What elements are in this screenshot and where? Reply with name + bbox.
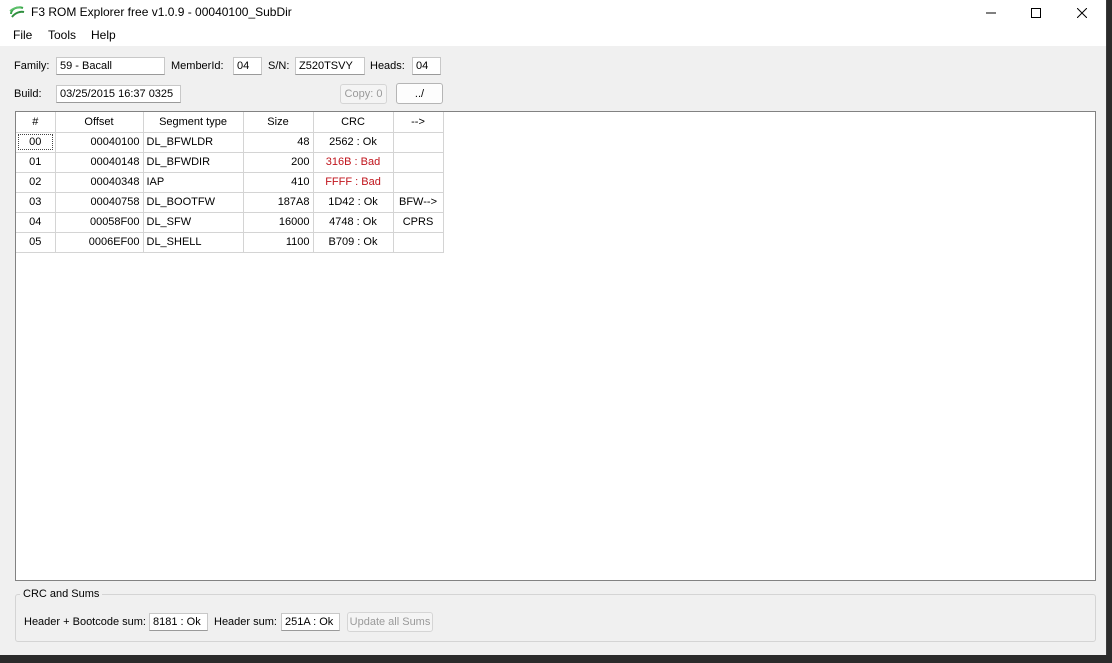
table-row[interactable]: 01 00040148 DL_BFWDIR 200 316B : Bad [16,151,444,173]
window-title: F3 ROM Explorer free v1.0.9 - 00040100_S… [31,5,292,19]
cell-link[interactable] [392,151,444,173]
cell-crc[interactable]: FFFF : Bad [312,171,394,193]
memberid-label: MemberId: [171,60,224,72]
cell-size[interactable]: 48 [242,131,314,153]
cell-size[interactable]: 200 [242,151,314,173]
close-icon [1077,7,1087,18]
table-row[interactable]: 02 00040348 IAP 410 FFFF : Bad [16,171,444,193]
cell-segment-type[interactable]: DL_SFW [142,211,244,233]
table-row[interactable]: 00 00040100 DL_BFWLDR 48 2562 : Ok [16,131,444,153]
cell-num[interactable]: 04 [16,211,56,233]
cell-offset[interactable]: 00058F00 [54,211,144,233]
cell-size[interactable]: 16000 [242,211,314,233]
cell-num[interactable]: 03 [16,191,56,213]
cell-crc[interactable]: 1D42 : Ok [312,191,394,213]
app-window: F3 ROM Explorer free v1.0.9 - 00040100_S… [0,0,1107,655]
cell-offset[interactable]: 0006EF00 [54,231,144,253]
copy-button[interactable]: Copy: 0 [340,84,387,104]
cell-offset[interactable]: 00040148 [54,151,144,173]
cell-offset[interactable]: 00040758 [54,191,144,213]
cell-size[interactable]: 187A8 [242,191,314,213]
cell-segment-type[interactable]: DL_BFWLDR [142,131,244,153]
crc-sums-group-title: CRC and Sums [20,588,103,600]
header-sum-label: Header sum: [214,616,277,628]
col-header-num[interactable]: # [16,112,56,133]
cell-crc[interactable]: 316B : Bad [312,151,394,173]
menu-help[interactable]: Help [91,28,116,42]
menu-tools[interactable]: Tools [48,28,76,42]
heads-label: Heads: [370,60,405,72]
cell-link[interactable] [392,171,444,193]
sn-label: S/N: [268,60,290,72]
cell-link[interactable] [392,131,444,153]
table-header-row: # Offset Segment type Size CRC --> [16,112,444,133]
seagate-logo-icon [9,6,25,18]
col-header-size[interactable]: Size [242,112,314,133]
cell-segment-type[interactable]: DL_BOOTFW [142,191,244,213]
col-header-segment-type[interactable]: Segment type [142,112,244,133]
cell-crc[interactable]: B709 : Ok [312,231,394,253]
segment-table: # Offset Segment type Size CRC --> 00 00… [16,112,444,253]
family-field[interactable]: 59 - Bacall [56,57,165,75]
cell-num[interactable]: 02 [16,171,56,193]
table-row[interactable]: 03 00040758 DL_BOOTFW 187A8 1D42 : Ok BF… [16,191,444,213]
header-bootcode-sum-field[interactable]: 8181 : Ok [149,613,208,631]
cell-offset[interactable]: 00040348 [54,171,144,193]
cell-segment-type[interactable]: IAP [142,171,244,193]
build-field[interactable]: 03/25/2015 16:37 0325 [56,85,181,103]
sn-field[interactable]: Z520TSVY [295,57,365,75]
table-row[interactable]: 04 00058F00 DL_SFW 16000 4748 : Ok CPRS [16,211,444,233]
cell-size[interactable]: 1100 [242,231,314,253]
minimize-icon [986,12,996,13]
maximize-button[interactable] [1013,0,1059,25]
cell-crc[interactable]: 4748 : Ok [312,211,394,233]
cell-link[interactable]: CPRS [392,211,444,233]
cell-segment-type[interactable]: DL_BFWDIR [142,151,244,173]
header-sum-field[interactable]: 251A : Ok [281,613,340,631]
heads-field[interactable]: 04 [412,57,441,75]
minimize-button[interactable] [968,0,1014,25]
cell-crc[interactable]: 2562 : Ok [312,131,394,153]
menu-file[interactable]: File [13,28,32,42]
header-bootcode-sum-label: Header + Bootcode sum: [24,616,146,628]
memberid-field[interactable]: 04 [233,57,262,75]
cell-link[interactable]: BFW--> [392,191,444,213]
cell-segment-type[interactable]: DL_SHELL [142,231,244,253]
col-header-crc[interactable]: CRC [312,112,394,133]
cell-offset[interactable]: 00040100 [54,131,144,153]
cell-num[interactable]: 01 [16,151,56,173]
maximize-icon [1031,7,1041,18]
segment-grid[interactable]: # Offset Segment type Size CRC --> 00 00… [15,111,1096,581]
cell-size[interactable]: 410 [242,171,314,193]
cell-num[interactable]: 05 [16,231,56,253]
table-row[interactable]: 05 0006EF00 DL_SHELL 1100 B709 : Ok [16,231,444,253]
menu-bar: File Tools Help [0,25,1106,46]
parent-dir-button[interactable]: ../ [396,83,443,104]
title-bar[interactable]: F3 ROM Explorer free v1.0.9 - 00040100_S… [0,0,1106,25]
family-label: Family: [14,60,50,72]
update-all-sums-button[interactable]: Update all Sums [347,612,433,632]
col-header-link[interactable]: --> [392,112,444,133]
cell-num[interactable]: 00 [16,131,56,153]
build-label: Build: [14,88,42,100]
close-button[interactable] [1059,0,1105,25]
col-header-offset[interactable]: Offset [54,112,144,133]
cell-link[interactable] [392,231,444,253]
